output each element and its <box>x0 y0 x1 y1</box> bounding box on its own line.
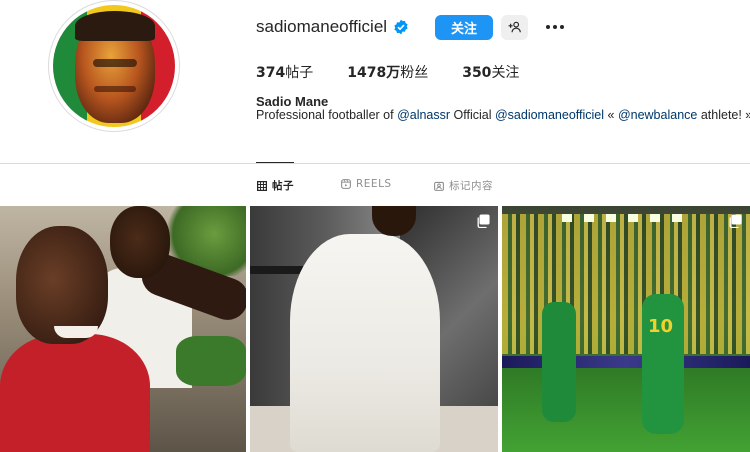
avatar-portrait <box>75 11 155 123</box>
post-tile-3[interactable]: 10 <box>502 206 750 452</box>
bio-middle: Official <box>450 108 495 122</box>
posts-label: 帖子 <box>285 65 314 81</box>
following-label: 关注 <box>491 65 520 81</box>
bio-text: Professional footballer of @alnassr Offi… <box>256 108 750 122</box>
post1-person1-shirt <box>0 334 150 452</box>
follow-button[interactable]: 关注 <box>435 14 494 40</box>
username-row: sadiomaneofficiel 关注 <box>256 14 568 40</box>
post1-person2-head <box>110 206 170 278</box>
following-count: 350 <box>462 65 492 81</box>
profile-avatar-ring[interactable] <box>48 0 180 132</box>
bio-separator: « <box>604 108 618 122</box>
followers-label: 粉丝 <box>400 65 429 81</box>
active-tab-indicator <box>256 162 294 163</box>
tab-posts-label: 帖子 <box>272 180 294 192</box>
carousel-icon <box>729 214 742 228</box>
posts-stat: 374帖子 <box>256 62 313 82</box>
more-dots-icon <box>546 25 565 29</box>
post3-player-1 <box>542 302 576 422</box>
posts-count: 374 <box>256 65 286 81</box>
tab-reels-label: REELS <box>356 178 392 190</box>
reels-icon <box>341 179 351 189</box>
post-tile-1[interactable] <box>0 206 246 452</box>
post3-ad-boards <box>502 356 750 368</box>
bio-mention-newbalance[interactable]: @newbalance <box>618 108 697 122</box>
suggest-users-button[interactable] <box>501 14 529 40</box>
add-user-icon <box>508 21 521 33</box>
tab-posts[interactable]: 帖子 <box>257 178 294 193</box>
post1-grass <box>176 336 246 386</box>
followers-stat[interactable]: 1478万粉丝 <box>347 62 428 82</box>
username: sadiomaneofficiel <box>256 17 388 36</box>
post1-person1-head <box>16 226 108 344</box>
followers-count: 1478万 <box>347 65 401 81</box>
carousel-icon <box>477 214 490 228</box>
post3-pitch <box>502 368 750 452</box>
tab-tagged[interactable]: 标记内容 <box>434 178 493 193</box>
post3-stadium-lights <box>562 214 682 222</box>
profile-avatar[interactable] <box>53 5 175 127</box>
full-name: Sadio Mane <box>256 94 329 109</box>
post2-white-robe <box>290 234 440 452</box>
post3-player-2 <box>642 294 684 434</box>
tab-tagged-label: 标记内容 <box>449 180 493 192</box>
more-options-button[interactable] <box>542 15 568 40</box>
tagged-icon <box>434 181 444 191</box>
following-stat[interactable]: 350关注 <box>462 62 519 82</box>
tab-reels[interactable]: REELS <box>341 178 392 190</box>
post3-jersey-number: 10 <box>648 316 674 337</box>
profile-stats: 374帖子 1478万粉丝 350关注 <box>256 62 553 82</box>
grid-icon <box>257 180 267 191</box>
verified-badge-icon <box>394 19 408 35</box>
posts-grid: 10 <box>0 206 750 452</box>
bio-prefix: Professional footballer of <box>256 108 398 122</box>
tabs-divider <box>0 163 750 164</box>
post3-crowd <box>502 214 750 354</box>
post-tile-2[interactable] <box>250 206 498 452</box>
bio-suffix: athlete! » <box>697 108 750 122</box>
post1-smile <box>54 326 98 338</box>
profile-tabs: 帖子 REELS 标记内容 <box>0 178 750 194</box>
bio-mention-alnassr[interactable]: @alnassr <box>397 108 450 122</box>
bio-mention-sadiomane[interactable]: @sadiomaneofficiel <box>495 108 604 122</box>
